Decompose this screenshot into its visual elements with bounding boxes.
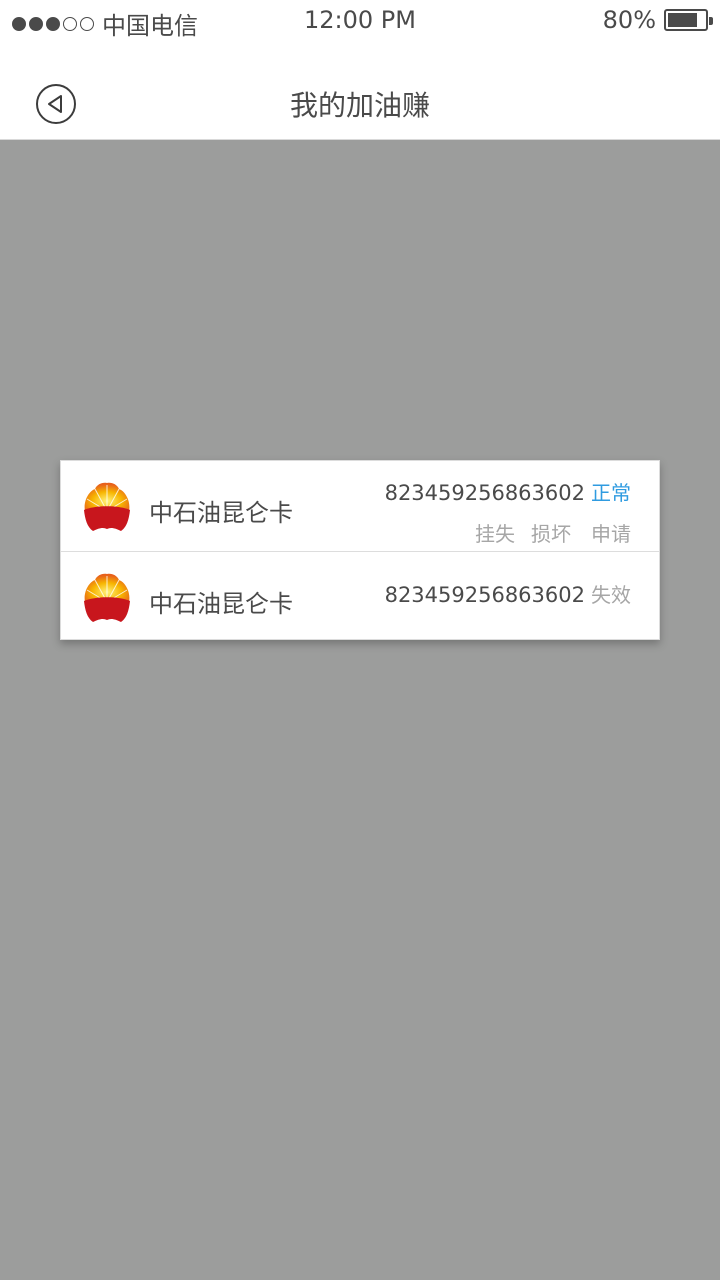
apply-button[interactable]: 申请 [591, 518, 631, 547]
petrochina-logo-icon [84, 573, 130, 622]
card-info: 823459256863602 正常 挂失 损坏 申请 [385, 477, 631, 547]
page-title: 我的加油赚 [289, 89, 430, 122]
report-damaged-button[interactable]: 损坏 [531, 518, 571, 547]
card-number: 823459256863602 [384, 583, 585, 607]
status-right: 80% [602, 6, 713, 34]
card-number: 823459256863602 [384, 481, 585, 505]
screen: 中国电信 12:00 PM 80% 我的加油赚 中石油昆仑卡 823459256… [0, 0, 720, 1280]
card-list-popup: 中石油昆仑卡 823459256863602 正常 挂失 损坏 申请 中石油昆仑… [60, 460, 660, 640]
card-number-line: 823459256863602 正常 [385, 477, 631, 506]
card-row[interactable]: 中石油昆仑卡 823459256863602 失效 [61, 551, 659, 641]
battery-percent: 80% [602, 6, 656, 34]
battery-icon [664, 9, 713, 31]
card-name: 中石油昆仑卡 [149, 499, 293, 527]
card-status-badge: 正常 [591, 481, 631, 505]
card-status-badge: 失效 [591, 583, 631, 607]
battery-tip [709, 17, 713, 25]
nav-bar: 我的加油赚 [0, 44, 720, 140]
card-info: 823459256863602 失效 [385, 579, 631, 608]
card-number-line: 823459256863602 失效 [385, 579, 631, 608]
card-name: 中石油昆仑卡 [149, 590, 293, 618]
battery-fill [668, 13, 697, 27]
card-actions: 挂失 损坏 申请 [385, 518, 631, 547]
status-bar: 中国电信 12:00 PM 80% [0, 0, 720, 44]
card-row[interactable]: 中石油昆仑卡 823459256863602 正常 挂失 损坏 申请 [61, 461, 659, 551]
petrochina-logo-icon [84, 482, 130, 531]
report-lost-button[interactable]: 挂失 [475, 518, 515, 547]
